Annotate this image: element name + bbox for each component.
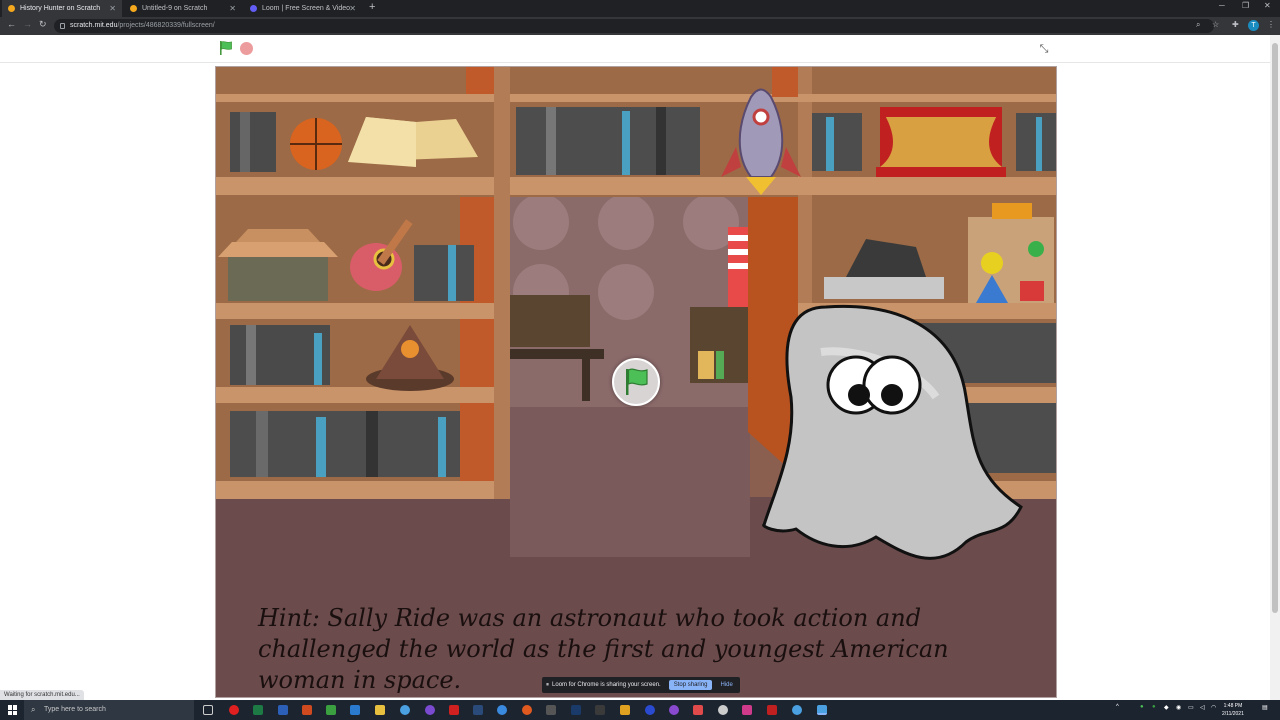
app-icon[interactable] [669, 705, 679, 715]
app-icon[interactable] [571, 705, 581, 715]
app-icon[interactable] [449, 705, 459, 715]
scrollbar-thumb[interactable] [1272, 43, 1278, 613]
app-icon[interactable] [522, 705, 532, 715]
tray-app-icon[interactable]: ◆ [1164, 704, 1169, 711]
loom-message: Loom for Chrome is sharing your screen. [552, 682, 661, 688]
wifi-icon[interactable]: ◠ [1211, 704, 1216, 711]
profile-avatar[interactable]: T [1248, 20, 1259, 31]
app-icon[interactable] [742, 705, 752, 715]
windows-taskbar: ⌕ Type here to search ^ ● ● ◆ ◉ ▭ ◁ ◠ 1:… [0, 700, 1280, 720]
tab-title: Untitled-9 on Scratch [142, 5, 208, 12]
clock-time: 1:48 PM [1223, 703, 1243, 709]
taskbar-search-placeholder: Type here to search [44, 706, 106, 713]
search-icon: ⌕ [31, 705, 36, 714]
back-icon[interactable]: ← [7, 19, 16, 29]
app-icon[interactable] [595, 705, 605, 715]
close-tab-icon[interactable]: ✕ [109, 4, 116, 13]
tab-history-hunter[interactable]: History Hunter on Scratch ✕ [2, 0, 122, 17]
address-bar[interactable]: scratch.mit.edu/projects/486820339/fulls… [54, 19, 1214, 33]
bookmark-star-icon[interactable]: ☆ [1212, 20, 1219, 29]
app-icon[interactable] [645, 705, 655, 715]
window-close-icon[interactable]: ✕ [1264, 1, 1271, 10]
excel-icon[interactable] [253, 705, 263, 715]
tab-title: Loom | Free Screen & Video [262, 5, 351, 12]
tray-expand-icon[interactable]: ^ [1116, 704, 1119, 710]
lock-icon [60, 23, 65, 29]
green-flag-icon[interactable] [218, 40, 234, 56]
notifications-icon[interactable]: ▤ [1262, 704, 1268, 711]
tab-untitled-9[interactable]: Untitled-9 on Scratch ✕ [124, 0, 242, 17]
maximize-icon[interactable]: ❐ [1242, 1, 1249, 10]
close-tab-icon[interactable]: ✕ [229, 4, 236, 13]
chrome-icon[interactable] [792, 705, 802, 715]
app-icon[interactable] [302, 705, 312, 715]
steam-icon[interactable] [473, 705, 483, 715]
tab-loom[interactable]: Loom | Free Screen & Video ✕ [244, 0, 362, 17]
stop-icon[interactable] [240, 42, 253, 55]
url-host: scratch.mit.edu [70, 22, 118, 29]
clock-date: 2/11/2021 [1222, 711, 1244, 717]
app-icon[interactable] [229, 705, 239, 715]
app-icon[interactable] [425, 705, 435, 715]
exit-fullscreen-icon[interactable]: ⤡ [1035, 40, 1053, 58]
chrome-active-icon[interactable] [817, 705, 827, 715]
tab-title: History Hunter on Scratch [20, 5, 101, 12]
app-icon[interactable] [546, 705, 556, 715]
close-tab-icon[interactable]: ✕ [349, 4, 356, 13]
scratch-player-controls: ⤡ [0, 35, 1270, 63]
taskbar-clock[interactable]: 1:48 PM 2/11/2021 [1222, 702, 1244, 718]
hide-button[interactable]: Hide [720, 682, 732, 688]
tray-app-icon[interactable]: ◉ [1176, 704, 1181, 711]
status-text: Waiting for scratch.mit.edu... [0, 690, 84, 700]
green-flag-icon [626, 368, 648, 395]
windows-start-icon[interactable] [8, 705, 18, 715]
app-icon[interactable] [718, 705, 728, 715]
file-explorer-icon[interactable] [375, 705, 385, 715]
taskbar-search-input[interactable]: ⌕ Type here to search [24, 700, 194, 720]
loom-sharing-notice: ⏸ Loom for Chrome is sharing your screen… [542, 677, 740, 693]
start-green-flag-button[interactable] [612, 358, 660, 406]
word-icon[interactable] [278, 705, 288, 715]
app-icon[interactable] [767, 705, 777, 715]
tray-app-icon[interactable]: ● [1152, 704, 1156, 710]
reload-icon[interactable]: ↻ [39, 19, 47, 30]
extensions-icon[interactable]: ✚ [1232, 20, 1239, 29]
stop-sharing-button[interactable]: Stop sharing [668, 680, 713, 690]
scratch-favicon-icon [130, 5, 137, 12]
zoom-icon[interactable]: ⌕ [1196, 20, 1200, 30]
app-icon[interactable] [620, 705, 630, 715]
scratch-stage[interactable]: Hint: Sally Ride was an astronaut who to… [215, 66, 1057, 698]
page-scrollbar[interactable] [1270, 35, 1280, 700]
app-icon[interactable] [693, 705, 703, 715]
forward-icon[interactable]: → [23, 19, 32, 29]
browser-tab-strip: History Hunter on Scratch ✕ Untitled-9 o… [0, 0, 1280, 17]
browser-toolbar: ← → ↻ scratch.mit.edu/projects/486820339… [0, 17, 1280, 35]
minimize-icon[interactable]: ─ [1219, 1, 1225, 10]
task-view-icon[interactable] [203, 705, 213, 715]
scratch-favicon-icon [8, 5, 15, 12]
pause-icon[interactable]: ⏸ [546, 682, 549, 689]
menu-icon[interactable]: ⋮ [1267, 20, 1275, 29]
url-path: /projects/486820339/fullscreen/ [117, 22, 215, 29]
app-icon[interactable] [497, 705, 507, 715]
new-tab-icon[interactable]: + [369, 1, 375, 13]
tray-app-icon[interactable]: ● [1140, 704, 1144, 710]
vscode-icon[interactable] [350, 705, 360, 715]
loom-favicon-icon [250, 5, 257, 12]
chrome-icon[interactable] [400, 705, 410, 715]
volume-icon[interactable]: ◁ [1200, 704, 1205, 711]
app-icon[interactable] [326, 705, 336, 715]
network-icon[interactable]: ▭ [1188, 704, 1194, 711]
